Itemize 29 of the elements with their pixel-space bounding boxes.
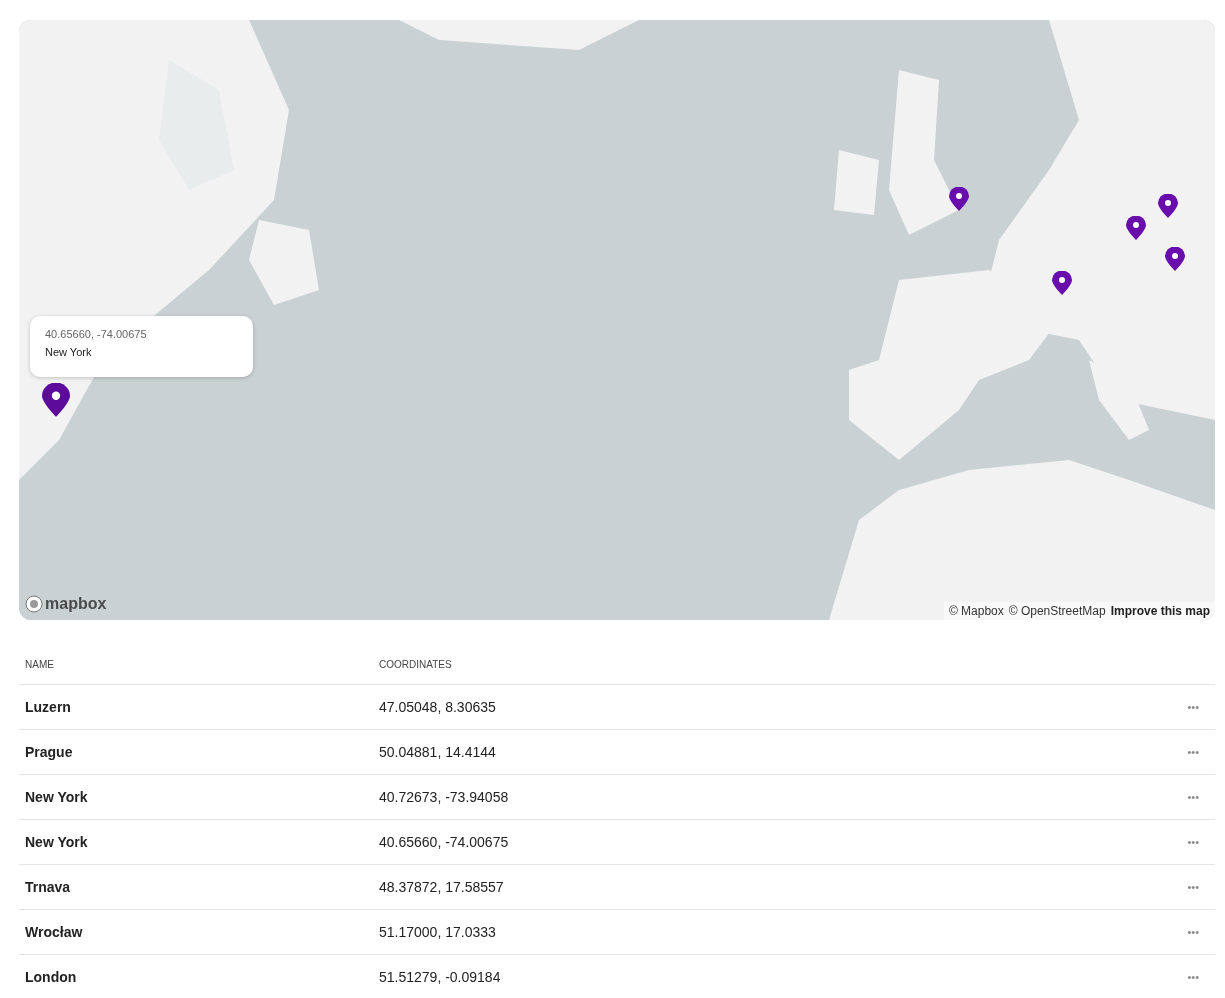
name-cell: New York — [19, 774, 373, 820]
coordinates-cell: 40.72673, -73.94058 — [373, 774, 727, 820]
tooltip-name: New York — [45, 346, 93, 358]
coordinates-cell: 51.51279, -0.09184 — [373, 954, 727, 998]
improve-map-link[interactable]: Improve this map — [1110, 604, 1210, 618]
more-button[interactable]: ••• — [1187, 836, 1199, 848]
more-button[interactable]: ••• — [1187, 926, 1199, 938]
more-button[interactable]: ••• — [1187, 791, 1199, 803]
more-button[interactable]: ••• — [1187, 746, 1199, 758]
attribution-link[interactable]: © OpenStreetMap — [1008, 604, 1106, 618]
coordinates-cell: 50.04881, 14.4144 — [373, 729, 727, 775]
more-button[interactable]: ••• — [1187, 701, 1199, 713]
attribution-link[interactable]: © Mapbox — [948, 604, 1004, 618]
coordinates-cell: 40.65660, -74.00675 — [373, 819, 727, 865]
name-cell: Prague — [19, 729, 373, 775]
logo-text: mapbox — [45, 595, 107, 613]
column-header: NAME — [19, 650, 373, 685]
coordinates-cell: 51.17000, 17.0333 — [373, 909, 727, 955]
more-button[interactable]: ••• — [1187, 881, 1199, 893]
name-cell: London — [19, 954, 373, 998]
tooltip-coordinates: 40.65660, -74.00675 — [45, 328, 148, 340]
coordinates-cell: 48.37872, 17.58557 — [373, 864, 727, 910]
name-cell: Luzern — [19, 684, 373, 730]
name-cell: Trnava — [19, 864, 373, 910]
more-button[interactable]: ••• — [1187, 971, 1199, 983]
name-cell: New York — [19, 819, 373, 865]
coordinates-cell: 47.05048, 8.30635 — [373, 684, 727, 730]
column-header: COORDINATES — [373, 650, 727, 685]
name-cell: Wrocław — [19, 909, 373, 955]
